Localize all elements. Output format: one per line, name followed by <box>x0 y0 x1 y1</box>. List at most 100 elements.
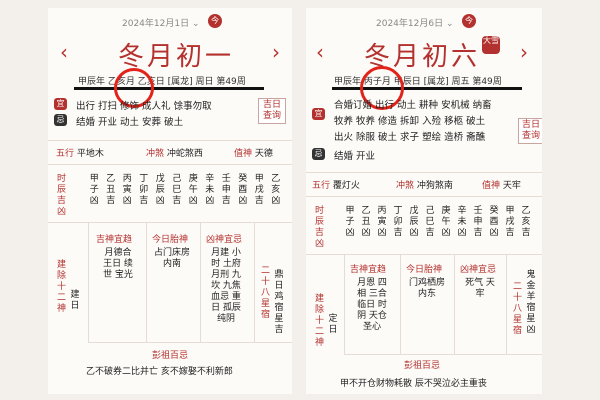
taishen-title: 今日胎神 <box>152 235 189 245</box>
jishen-title: 吉神宜趋 <box>96 235 133 245</box>
hour-cell: 凶 <box>238 196 248 206</box>
hour-cell: 辛 <box>205 174 215 184</box>
auspicious-day-query-button[interactable]: 吉日查询 <box>518 118 542 144</box>
xiongshen-item: 牢 <box>475 289 485 299</box>
hour-column: 甲戌吉 <box>251 174 268 207</box>
wuxing-label: 五行 <box>56 149 75 159</box>
hour-cell: 甲 <box>89 174 99 184</box>
hour-cell: 甲 <box>505 206 515 216</box>
hour-column: 丙寅凶 <box>119 174 136 207</box>
hour-cell: 庚 <box>188 174 198 184</box>
hour-cell: 己 <box>425 206 435 216</box>
hour-column: 乙亥凶 <box>268 174 285 207</box>
hour-column: 己巳吉 <box>422 206 438 239</box>
hour-cell: 凶 <box>377 228 387 238</box>
hour-cell: 卯 <box>139 185 149 195</box>
hour-column: 甲子凶 <box>342 206 358 239</box>
jishen-title: 吉神宜趋 <box>350 265 387 275</box>
xiongshen-item: 死气 天 <box>465 278 495 288</box>
hour-cell: 辰 <box>155 185 165 195</box>
today-button[interactable]: 今 <box>462 14 476 28</box>
wuxing-label: 五行 <box>312 181 331 191</box>
hour-cell: 午 <box>188 185 198 195</box>
taishen-list: 占门床房 内南 <box>152 248 192 270</box>
hour-cell: 申 <box>221 185 231 195</box>
taishen-title: 今日胎神 <box>406 265 443 275</box>
chongsha-label: 冲煞 <box>396 181 415 191</box>
hour-column: 辛未凶 <box>202 174 219 207</box>
yi-line: 出火 除服 破土 求子 塑绘 造桥 斋醮 <box>334 132 486 143</box>
hour-cell: 未 <box>205 185 215 195</box>
hour-column: 庚午凶 <box>185 174 202 207</box>
shichen-label: 时辰吉凶 <box>56 174 66 217</box>
hour-cell: 酉 <box>238 185 248 195</box>
pengzu-title: 彭祖百忌 <box>404 361 441 371</box>
hour-column: 癸酉凶 <box>486 206 502 239</box>
chevron-down-icon: ⌄ <box>445 19 454 29</box>
xiongshen-item: 血忌 重 <box>211 292 241 302</box>
hour-cell: 子 <box>89 185 99 195</box>
ji-list: 结婚 开业 <box>334 151 376 162</box>
hour-cell: 午 <box>441 217 451 227</box>
hour-cell: 吉 <box>254 196 264 206</box>
next-day-arrow-icon[interactable]: › <box>520 40 528 64</box>
hour-column: 辛未凶 <box>454 206 470 239</box>
hour-cell: 乙 <box>106 174 116 184</box>
hour-column: 丁卯吉 <box>136 174 153 207</box>
xiu-item: 凶 <box>526 325 536 335</box>
hour-cell: 戌 <box>505 217 515 227</box>
hour-column: 己巳吉 <box>169 174 186 207</box>
hour-column: 乙亥吉 <box>518 206 534 239</box>
hour-cell: 乙 <box>361 206 371 216</box>
date-selector[interactable]: 2024年12月6日 ⌄ <box>376 16 454 29</box>
hour-cell: 子 <box>345 217 355 227</box>
hour-cell: 巳 <box>425 217 435 227</box>
hour-column: 乙丑凶 <box>358 206 374 239</box>
xiu-list: 鼎日 鸡宿星吉 <box>272 270 286 336</box>
hour-cell: 凶 <box>361 228 371 238</box>
pengzu-title: 彭祖百忌 <box>152 351 189 361</box>
xiu-label: 二十八星宿 <box>512 282 522 336</box>
prev-day-arrow-icon[interactable]: ‹ <box>60 40 68 64</box>
hour-cell: 酉 <box>489 217 499 227</box>
hour-cell: 甲 <box>345 206 355 216</box>
hour-column: 甲子凶 <box>86 174 103 207</box>
jishen-item: 世 宝光 <box>103 270 133 280</box>
jishen-item: 临日 时 <box>357 300 387 310</box>
chongsha-label: 冲煞 <box>146 149 165 159</box>
yi-badge: 宜 <box>312 108 325 120</box>
prev-day-arrow-icon[interactable]: ‹ <box>316 40 324 64</box>
xiu-list: 鬼金羊宿星凶 <box>524 270 538 336</box>
xiongshen-item: 坎 九焦 <box>211 281 241 291</box>
hour-cell: 丑 <box>361 217 371 227</box>
next-day-arrow-icon[interactable]: › <box>272 40 280 64</box>
yi-line: 合婚订婚 出行 动土 耕种 安机械 纳畜 <box>334 100 492 111</box>
wuxing-value: 平地木 <box>76 149 104 159</box>
hour-cell: 戊 <box>409 206 419 216</box>
xiu-item: 吉 <box>274 325 284 335</box>
today-button[interactable]: 今 <box>208 14 222 28</box>
hour-cell: 戊 <box>155 174 165 184</box>
hour-cell: 吉 <box>393 228 403 238</box>
date-selector[interactable]: 2024年12月1日 ⌄ <box>122 16 200 29</box>
xiu-item: 金羊宿星 <box>526 281 536 324</box>
zhishen-value: 天牢 <box>502 181 521 191</box>
auspicious-day-query-button[interactable]: 吉日查询 <box>258 98 286 124</box>
jishen-item: 圣心 <box>362 322 381 332</box>
xiu-item: 鸡宿星 <box>274 292 284 324</box>
jianchu-value: 定日 <box>328 314 338 335</box>
hour-column: 戊辰凶 <box>152 174 169 207</box>
hour-cell: 吉 <box>505 228 515 238</box>
hour-cell: 亥 <box>271 185 281 195</box>
hour-cell: 辰 <box>409 217 419 227</box>
ji-badge: 忌 <box>54 114 67 126</box>
left-calendar-panel: 2024年12月1日 ⌄ 今 ‹ 冬月初一 › 甲辰年 乙亥月 乙亥日 [属龙]… <box>48 8 292 394</box>
xiongshen-list: 死气 天牢 <box>462 278 498 300</box>
taishen-item: 门鸡栖房 <box>408 278 445 288</box>
hour-cell: 壬 <box>221 174 231 184</box>
jishen-item: 阴 天仓 <box>357 311 387 321</box>
hour-column: 壬申吉 <box>218 174 235 207</box>
pengzu-text: 乙不破券二比并亡 亥不嫁娶不利新郎 <box>86 367 233 377</box>
hour-cell: 丙 <box>122 174 132 184</box>
xiongshen-item: 纯阴 <box>216 314 235 324</box>
